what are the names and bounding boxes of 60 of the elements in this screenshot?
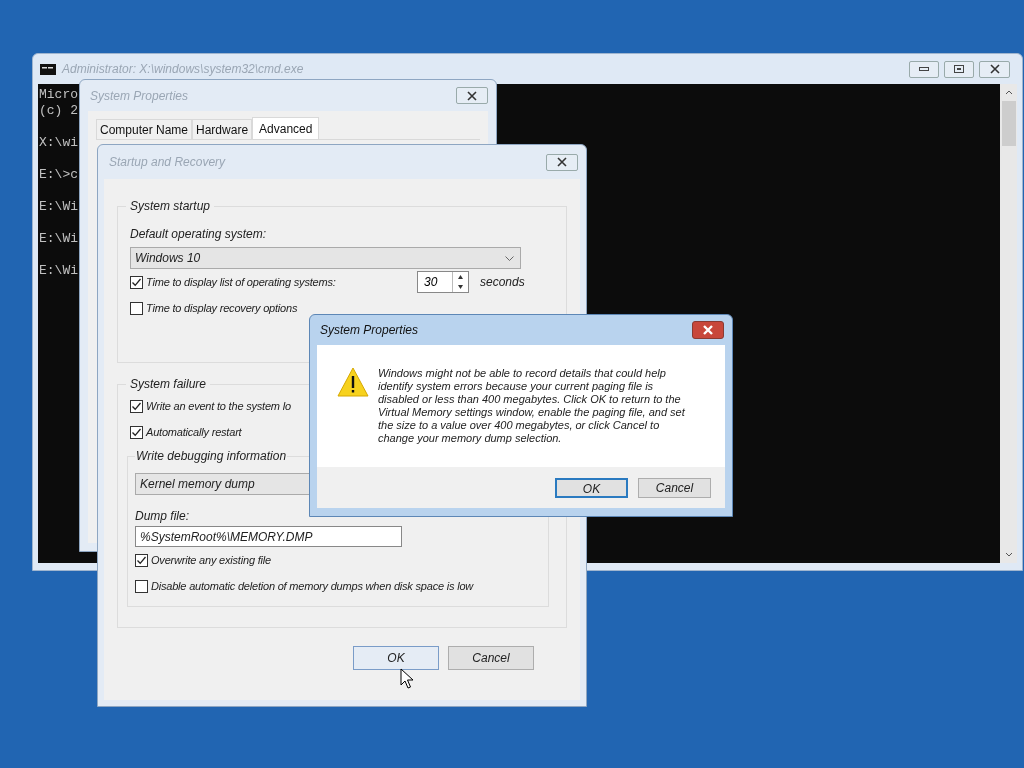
console-line: Micro	[39, 87, 78, 103]
maximize-button[interactable]	[944, 60, 974, 78]
unit-label: seconds	[480, 274, 525, 291]
checkbox-label: Time to display list of operating systems:	[146, 274, 336, 290]
close-button[interactable]	[692, 321, 724, 339]
field-label: Default operating system:	[130, 226, 267, 243]
window-title: System Properties	[90, 87, 189, 105]
window-title: Startup and Recovery	[109, 154, 226, 171]
checkbox[interactable]	[130, 301, 143, 315]
warning-icon	[337, 367, 369, 397]
close-button[interactable]	[979, 60, 1010, 78]
dropdown[interactable]: Windows 10	[130, 247, 521, 269]
checkbox[interactable]	[135, 579, 148, 593]
field-label: Dump file:	[135, 508, 190, 525]
close-button[interactable]	[546, 153, 578, 171]
checkbox-label: Write an event to the system lo	[146, 398, 291, 414]
close-icon	[556, 157, 568, 167]
checkbox-label: Overwrite any existing file	[151, 552, 271, 568]
scrollbar-thumb[interactable]	[1001, 101, 1016, 146]
window-title: System Properties	[320, 322, 419, 339]
scroll-down-icon	[1004, 552, 1013, 557]
console-line: E:\>c	[39, 167, 78, 183]
checkbox-label: Disable automatic deletion of memory dumps when disk space is low	[151, 578, 474, 594]
tab[interactable]: Advanced	[252, 117, 320, 139]
close-icon	[702, 325, 714, 335]
tab[interactable]: Hardware	[192, 119, 253, 139]
chevron-down-icon	[505, 255, 514, 261]
console-line: E:\Wi	[39, 263, 78, 279]
minimize-button[interactable]	[909, 60, 939, 78]
window-title: Administrator: X:\windows\system32\cmd.exe	[62, 61, 304, 78]
minimize-icon	[919, 67, 929, 71]
checkbox[interactable]	[135, 553, 148, 567]
checkbox[interactable]	[130, 275, 143, 289]
scroll-up-icon	[1004, 90, 1013, 95]
group-title: System startup	[129, 198, 212, 215]
dialog-button[interactable]: OK	[555, 478, 628, 498]
group-title: System failure	[129, 376, 208, 393]
checkbox[interactable]	[130, 425, 143, 439]
console-icon	[40, 63, 56, 75]
scrollbar[interactable]	[1000, 84, 1017, 563]
number-spinner[interactable]: 30	[417, 271, 469, 293]
tab[interactable]: Computer Name	[96, 119, 193, 139]
console-line: X:\wi	[39, 135, 78, 151]
checkbox-label: Time to display recovery options	[146, 300, 298, 316]
close-icon	[988, 64, 1001, 74]
console-line: E:\Wi	[39, 199, 78, 215]
dialog-button[interactable]: Cancel	[448, 646, 534, 670]
restore-icon	[954, 65, 964, 73]
dialog-button[interactable]: Cancel	[638, 478, 711, 498]
dump-file-field[interactable]: %SystemRoot%\MEMORY.DMP	[135, 526, 402, 547]
mouse-cursor-icon	[400, 668, 414, 690]
alert-message: Windows might not be able to record details that could help identify system errors because your current paging file is disabled or less than 400 megabytes. Click OK to return to the Virtual Memory settings window, enable the paging file, and set the size to a value over 400 megabytes, or click Cancel to change your memory dump selection.	[378, 367, 686, 446]
console-line: (c) 2	[39, 103, 78, 119]
close-button[interactable]	[456, 87, 488, 104]
checkbox-label: Automatically restart	[146, 424, 242, 440]
checkbox[interactable]	[130, 399, 143, 413]
close-icon	[466, 90, 478, 101]
group-title: Write debugging information	[135, 448, 288, 465]
dialog-button[interactable]: OK	[353, 646, 439, 670]
console-line: E:\Wi	[39, 231, 78, 247]
